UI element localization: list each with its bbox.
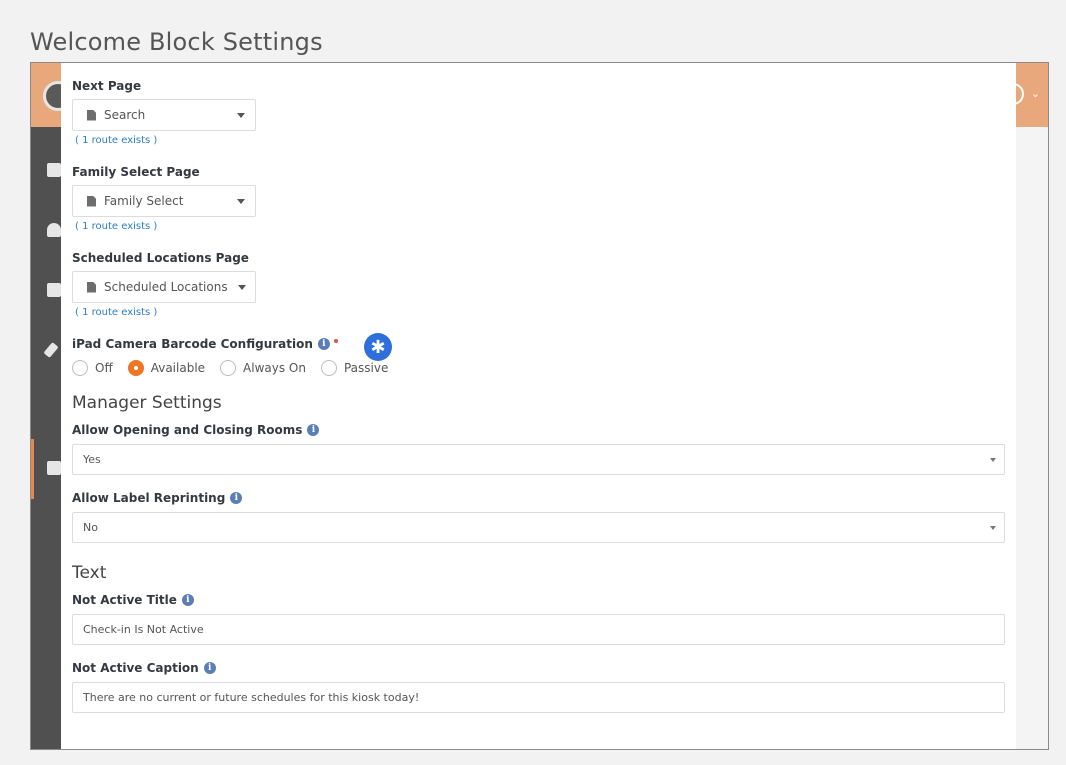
route-link[interactable]: ( 1 route exists ) (75, 307, 1004, 321)
caret-down-icon (990, 525, 996, 530)
info-icon[interactable]: i (307, 424, 320, 436)
field-label: Not Active Title i (72, 591, 1004, 609)
field-label: Not Active Caption i (72, 659, 1004, 677)
allow-rooms-field: Allow Opening and Closing Rooms i Yes (72, 421, 1005, 475)
field-label: Family Select Page (72, 165, 200, 179)
ipad-camera-radio-group: Off Available Always On Passive (72, 357, 1004, 379)
scheduled-locations-page-field: Scheduled Locations Page Scheduled Locat… (72, 249, 1004, 321)
scheduled-locations-page-picker[interactable]: Scheduled Locations (72, 271, 256, 303)
route-link[interactable]: ( 1 route exists ) (75, 221, 1004, 235)
radio-label: Off (95, 361, 113, 375)
sidebar-icon-briefcase[interactable] (47, 461, 61, 475)
document-icon (87, 281, 96, 293)
radio-option-always-on[interactable]: Always On (220, 360, 306, 376)
select-value: Yes (83, 453, 101, 466)
sidebar-icon-list[interactable] (47, 163, 61, 177)
text-heading: Text (72, 563, 107, 583)
not-active-title-field: Not Active Title i Check-in Is Not Activ… (72, 591, 1005, 645)
sidebar-icon-money[interactable] (47, 283, 61, 297)
allow-reprint-field: Allow Label Reprinting i No (72, 489, 1005, 543)
asterisk-icon: ✱ (364, 333, 392, 361)
route-link[interactable]: ( 1 route exists ) (75, 135, 1004, 149)
radio-button-selected[interactable] (127, 360, 144, 376)
sidebar-active-indicator (31, 439, 34, 499)
caret-down-icon (237, 284, 246, 290)
document-icon (87, 109, 96, 121)
not-active-caption-label: Not Active Caption (72, 661, 199, 675)
field-label: Scheduled Locations Page (72, 251, 249, 265)
next-page-field: Next Page Search ( 1 route exists ) (72, 77, 1004, 149)
radio-label: Passive (343, 361, 389, 375)
info-icon[interactable]: i (230, 492, 243, 504)
document-icon (87, 195, 96, 207)
radio-button[interactable] (72, 360, 88, 376)
radio-button[interactable] (220, 360, 237, 376)
field-label: Next Page (72, 79, 142, 93)
radio-option-off[interactable]: Off (72, 360, 113, 376)
ipad-camera-field: iPad Camera Barcode Configuration i Off … (72, 335, 1004, 379)
allow-reprint-select[interactable]: No (72, 512, 1005, 543)
next-page-picker[interactable]: Search (72, 99, 256, 131)
radio-button[interactable] (320, 360, 337, 376)
screenshot-frame: ⌄ Next Page Search ( 1 route exists ) Fa… (30, 62, 1049, 750)
manager-settings-heading: Manager Settings (72, 393, 222, 413)
caret-down-icon (237, 198, 245, 204)
field-label: Allow Opening and Closing Rooms i (72, 421, 1004, 439)
info-icon[interactable]: i (181, 594, 194, 606)
family-select-page-field: Family Select Page Family Select ( 1 rou… (72, 163, 1004, 235)
sidebar-icon-person[interactable] (47, 223, 61, 237)
chevron-down-icon[interactable]: ⌄ (1031, 87, 1040, 100)
allow-rooms-label: Allow Opening and Closing Rooms (72, 423, 303, 437)
not-active-caption-field: Not Active Caption i There are no curren… (72, 659, 1005, 713)
family-select-page-picker[interactable]: Family Select (72, 185, 256, 217)
not-active-caption-input[interactable]: There are no current or future schedules… (72, 682, 1005, 713)
sidebar-icon-wrench[interactable] (43, 342, 59, 358)
page-title: Welcome Block Settings (30, 28, 323, 56)
app-content-edge (1014, 127, 1048, 749)
field-label: Allow Label Reprinting i (72, 489, 1004, 507)
radio-label: Always On (243, 361, 306, 375)
app-sidebar (31, 127, 65, 749)
info-icon[interactable]: i (317, 338, 330, 350)
ipad-camera-label: iPad Camera Barcode Configuration (72, 337, 313, 351)
allow-reprint-label: Allow Label Reprinting (72, 491, 226, 505)
caret-down-icon (990, 457, 996, 462)
radio-option-passive[interactable]: Passive (320, 360, 389, 376)
picker-value: Search (104, 108, 146, 122)
field-label: iPad Camera Barcode Configuration i (72, 335, 1004, 353)
allow-rooms-select[interactable]: Yes (72, 444, 1005, 475)
info-icon[interactable]: i (203, 662, 216, 674)
picker-value: Family Select (104, 194, 184, 208)
caret-down-icon (237, 112, 245, 118)
not-active-title-input[interactable]: Check-in Is Not Active (72, 614, 1005, 645)
radio-label: Available (150, 361, 206, 375)
settings-modal: Next Page Search ( 1 route exists ) Fami… (61, 63, 1016, 749)
not-active-title-label: Not Active Title (72, 593, 177, 607)
picker-value: Scheduled Locations (104, 280, 228, 294)
radio-option-available[interactable]: Available (127, 360, 206, 376)
select-value: No (83, 521, 98, 534)
required-indicator (333, 339, 338, 343)
